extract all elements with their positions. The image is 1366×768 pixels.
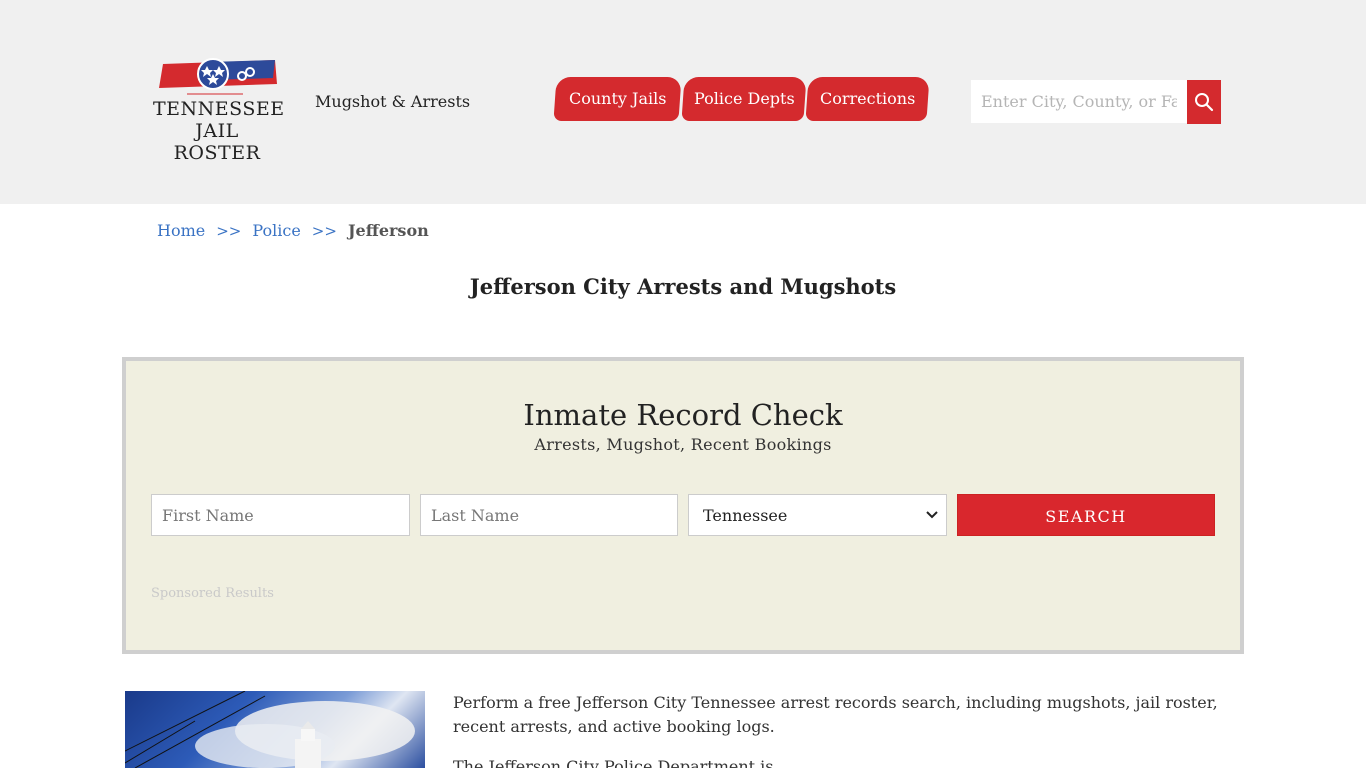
police-dept-paragraph: The Jefferson City Police Department is … — [453, 757, 794, 768]
nav-label: County Jails — [568, 89, 667, 108]
site-tagline: Mugshot & Arrests — [315, 92, 471, 111]
site-header: TENNESSEE JAIL ROSTER Mugshot & Arrests … — [0, 0, 1366, 204]
nav-corrections[interactable]: Corrections — [805, 77, 930, 121]
facility-search-button[interactable] — [1187, 80, 1221, 124]
building-image — [125, 691, 415, 768]
breadcrumb-police[interactable]: Police — [252, 221, 300, 240]
nav-label: Corrections — [819, 89, 916, 108]
inmate-record-check-panel: Inmate Record Check Arrests, Mugshot, Re… — [122, 357, 1244, 654]
last-name-input[interactable] — [420, 494, 678, 536]
logo-text-line1: TENNESSEE — [153, 98, 285, 120]
intro-paragraph: Perform a free Jefferson City Tennessee … — [453, 693, 1218, 736]
nav-county-jails[interactable]: County Jails — [553, 77, 682, 121]
breadcrumb-separator: >> — [311, 221, 337, 240]
breadcrumb-home[interactable]: Home — [157, 221, 205, 240]
first-name-input[interactable] — [151, 494, 410, 536]
record-search-button[interactable]: SEARCH — [957, 494, 1215, 536]
search-icon — [1195, 93, 1214, 112]
city-photo — [125, 691, 425, 768]
state-selected-value: Tennessee — [703, 505, 788, 525]
page-title: Jefferson City Arrests and Mugshots — [469, 274, 897, 299]
chevron-down-icon — [926, 511, 938, 519]
nav-label: Police Depts — [693, 89, 795, 108]
logo-text-line2: JAIL ROSTER — [173, 120, 261, 164]
sponsored-results-label: Sponsored Results — [151, 586, 274, 601]
site-logo[interactable]: TENNESSEE JAIL ROSTER — [153, 56, 285, 164]
panel-subtitle: Arrests, Mugshot, Recent Bookings — [534, 435, 832, 454]
tennessee-map-icon — [159, 58, 277, 95]
facility-search-input[interactable] — [971, 80, 1187, 123]
breadcrumb: Home >> Police >> Jefferson — [157, 221, 429, 240]
nav-police-depts[interactable]: Police Depts — [681, 77, 807, 121]
panel-title: Inmate Record Check — [523, 398, 843, 432]
breadcrumb-separator: >> — [216, 221, 242, 240]
breadcrumb-current: Jefferson — [347, 221, 429, 240]
state-select[interactable]: Tennessee — [688, 494, 947, 536]
